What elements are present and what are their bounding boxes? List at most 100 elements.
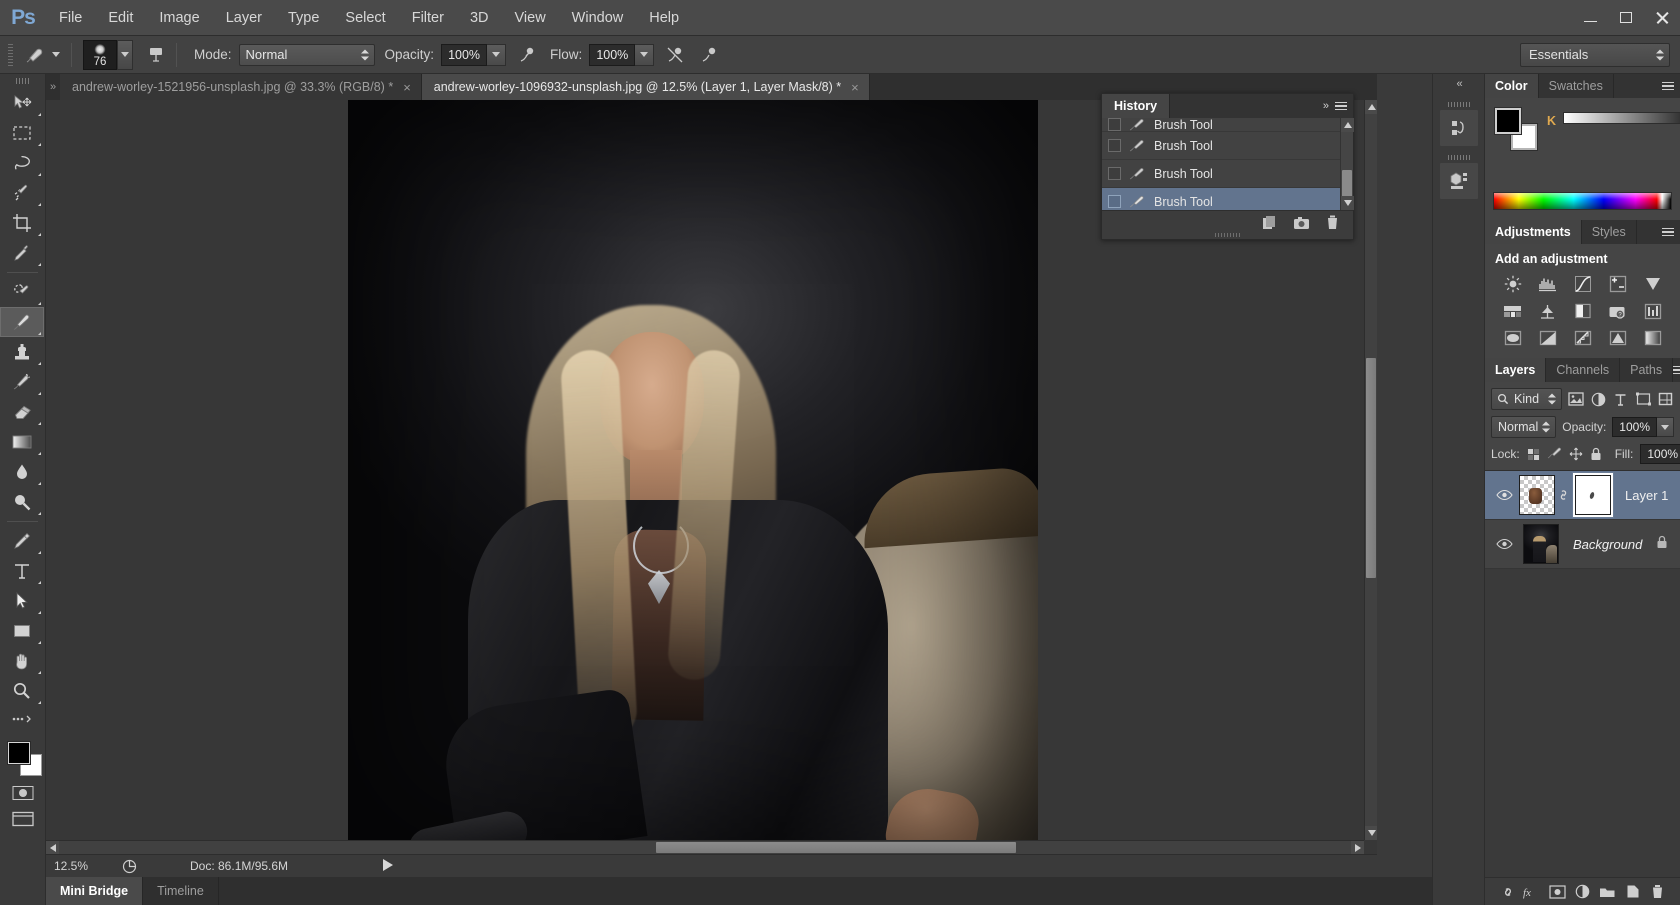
tab-swatches[interactable]: Swatches [1538,74,1614,98]
zoom-tool[interactable] [0,676,44,706]
menu-window[interactable]: Window [559,0,637,36]
opacity-pressure-icon[interactable] [514,42,540,68]
history-panel[interactable]: History » Brush Tool Brush Tool Brush To… [1101,93,1354,240]
history-panel-icon[interactable] [1439,109,1479,147]
tab-scroll-icon[interactable]: » [46,74,60,100]
menu-edit[interactable]: Edit [95,0,146,36]
history-snapshot-checkbox[interactable] [1108,167,1121,180]
opacity-control[interactable]: 100% [441,43,507,66]
filter-shape-icon[interactable] [1634,389,1651,410]
posterize-icon[interactable] [1572,328,1594,348]
lock-image-pixels-icon[interactable] [1547,446,1562,462]
new-group-icon[interactable] [1598,882,1618,902]
scroll-left-icon[interactable] [46,841,59,854]
pen-tool[interactable] [0,526,44,556]
tab-timeline[interactable]: Timeline [143,877,219,905]
opacity-value[interactable]: 100% [441,43,488,66]
layer-opacity-value[interactable]: 100% [1612,417,1657,437]
history-brush-tool[interactable] [0,367,44,397]
blend-mode-select[interactable]: Normal [238,43,375,66]
hue-saturation-icon[interactable] [1502,301,1524,321]
color-swatches[interactable] [0,738,44,780]
menu-type[interactable]: Type [275,0,332,36]
dock-grip-1[interactable] [1439,100,1478,109]
horizontal-scroll-thumb[interactable] [656,842,1016,853]
history-state-row-selected[interactable]: Brush Tool [1102,188,1340,210]
menu-select[interactable]: Select [332,0,398,36]
layer-row-background[interactable]: Background [1485,520,1680,569]
history-snapshot-checkbox[interactable] [1108,139,1121,152]
document-canvas-image[interactable] [348,100,1038,850]
lock-position-icon[interactable] [1569,446,1583,462]
menu-filter[interactable]: Filter [399,0,457,36]
history-snapshot-checkbox[interactable] [1108,195,1121,208]
brush-panel-icon[interactable] [143,43,169,67]
eyedropper-tool[interactable] [0,238,44,268]
workspace-selector[interactable]: Essentials [1520,42,1670,67]
menu-file[interactable]: File [46,0,95,36]
filter-smart-object-icon[interactable] [1657,389,1674,410]
menu-view[interactable]: View [502,0,559,36]
channel-mixer-icon[interactable] [1642,301,1664,321]
tab-channels[interactable]: Channels [1546,358,1621,382]
vertical-scroll-thumb[interactable] [1366,358,1376,578]
panel-menu-icon[interactable] [1673,365,1680,375]
exposure-icon[interactable] [1607,274,1629,294]
foreground-color-swatch[interactable] [1495,108,1521,134]
spot-healing-brush-tool[interactable] [0,277,44,307]
add-layer-mask-icon[interactable] [1548,882,1568,902]
black-white-icon[interactable] [1572,301,1594,321]
delete-layer-icon[interactable] [1648,882,1668,902]
menu-3d[interactable]: 3D [457,0,502,36]
expand-panels-icon[interactable]: « [1433,74,1484,94]
layer-name-background[interactable]: Background [1573,537,1642,552]
options-bar-grip[interactable] [6,41,16,68]
threshold-icon[interactable] [1607,328,1629,348]
new-adjustment-layer-icon[interactable] [1573,882,1593,902]
history-state-list[interactable]: Brush Tool Brush Tool Brush Tool Brush T… [1102,118,1340,210]
layer-fill-control[interactable]: 100% [1640,444,1680,464]
flow-control[interactable]: 100% [589,43,655,66]
tab-adjustments[interactable]: Adjustments [1485,220,1582,244]
tab-mini-bridge[interactable]: Mini Bridge [46,877,144,905]
curves-icon[interactable] [1572,274,1594,294]
brightness-contrast-icon[interactable] [1502,274,1524,294]
edit-toolbar-button[interactable] [0,706,44,732]
delete-icon[interactable] [1326,215,1339,235]
invert-icon[interactable] [1537,328,1559,348]
tab-layers[interactable]: Layers [1485,358,1547,382]
gradient-tool[interactable] [0,427,44,457]
document-tab-2-close-icon[interactable]: × [851,80,859,95]
vertical-scrollbar[interactable] [1364,100,1377,840]
layer-blend-mode-select[interactable]: Normal [1491,416,1557,438]
color-lookup-icon[interactable] [1502,328,1524,348]
layer-name-layer-1[interactable]: Layer 1 [1625,488,1668,503]
layer-row-layer-1[interactable]: Layer 1 [1485,471,1680,520]
horizontal-type-tool[interactable] [0,556,44,586]
history-scroll-up-icon[interactable] [1341,118,1354,132]
foreground-color-swatch[interactable] [8,742,30,764]
document-tab-2[interactable]: andrew-worley-1096932-unsplash.jpg @ 12.… [421,74,870,100]
opacity-dropdown[interactable] [487,43,507,66]
scroll-down-icon[interactable] [1365,826,1377,840]
lock-all-icon[interactable] [1590,446,1602,462]
zoom-level[interactable]: 12.5% [46,859,116,873]
path-selection-tool[interactable] [0,586,44,616]
history-state-row[interactable]: Brush Tool [1102,160,1340,188]
rectangular-marquee-tool[interactable] [0,118,44,148]
restore-button[interactable] [1608,0,1644,36]
minimize-button[interactable] [1572,0,1608,36]
quick-selection-tool[interactable] [0,178,44,208]
collapse-double-arrow-icon[interactable]: » [1323,100,1329,112]
tab-paths[interactable]: Paths [1620,358,1674,382]
history-state-row[interactable]: Brush Tool [1102,132,1340,160]
scroll-right-icon[interactable] [1351,841,1364,854]
gradient-map-icon[interactable] [1642,328,1664,348]
menu-help[interactable]: Help [636,0,692,36]
levels-icon[interactable] [1537,274,1559,294]
photo-filter-icon[interactable]: ? [1607,301,1629,321]
create-new-snapshot-icon[interactable] [1293,216,1310,235]
document-preview-icon[interactable] [116,855,142,878]
layer-filter-kind-select[interactable]: Kind [1491,388,1563,410]
tab-color[interactable]: Color [1485,74,1539,98]
